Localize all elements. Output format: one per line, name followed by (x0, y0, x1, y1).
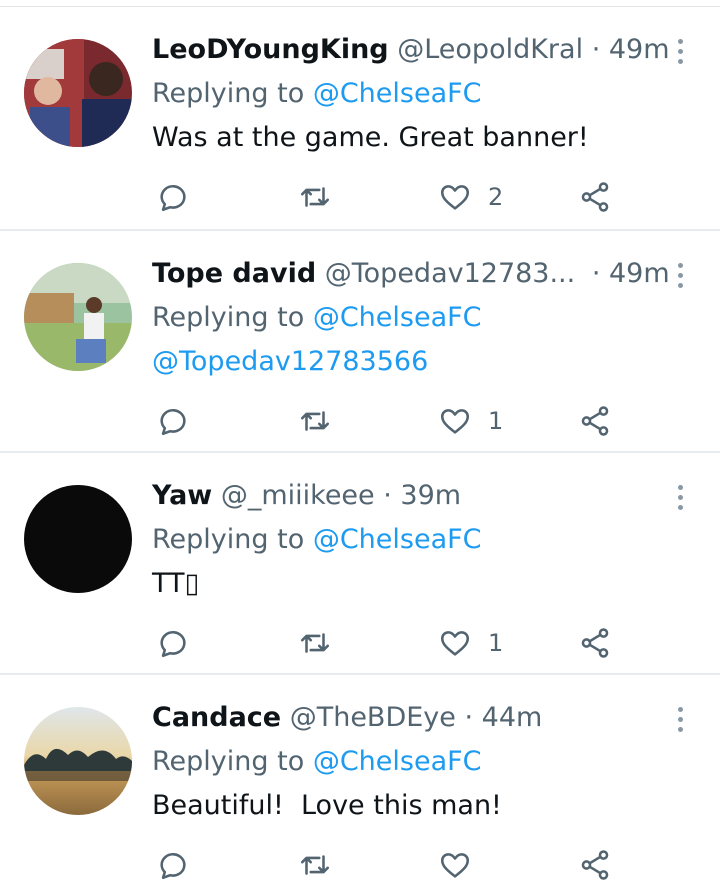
mention-link[interactable]: @ChelseaFC (313, 746, 482, 777)
tweet-header: Candace @TheBDEye · 44m (152, 695, 660, 741)
avatar[interactable] (24, 707, 132, 815)
reply-tweet[interactable]: LeoDYoungKing @LeopoldKral · 49m Replyin… (0, 7, 720, 231)
replying-to: Replying to @ChelseaFC (152, 741, 660, 783)
retweet-icon (300, 187, 330, 207)
replying-to-label: Replying to (152, 78, 305, 109)
share-icon (581, 182, 609, 212)
retweet-icon (300, 855, 330, 875)
action-bar (152, 845, 622, 885)
action-bar: 1 (152, 623, 622, 663)
replying-to-label: Replying to (152, 746, 305, 777)
more-vertical-icon[interactable] (674, 707, 686, 737)
tweet-text: TT▯ (152, 568, 200, 599)
action-bar: 1 (152, 401, 622, 441)
reply-tweet[interactable]: Yaw @_miiikeee · 39m Replying to @Chelse… (0, 453, 720, 675)
username[interactable]: @TheBDEye (290, 702, 456, 733)
replying-to-label: Replying to (152, 302, 305, 333)
share-icon (581, 406, 609, 436)
reply-button[interactable] (156, 623, 190, 663)
like-count: 2 (488, 183, 504, 211)
like-count: 1 (488, 407, 504, 435)
retweet-button[interactable] (298, 845, 332, 885)
like-button[interactable]: 1 (438, 623, 503, 663)
share-icon (581, 850, 609, 880)
display-name[interactable]: LeoDYoungKing (152, 34, 389, 65)
more-vertical-icon[interactable] (674, 485, 686, 515)
display-name[interactable]: Candace (152, 702, 281, 733)
avatar[interactable] (24, 39, 132, 147)
tweet-text: Was at the game. Great banner! (152, 122, 589, 153)
reply-tweet[interactable]: Tope david @Topedav12783... · 49m Replyi… (0, 231, 720, 453)
replying-to-label: Replying to (152, 524, 305, 555)
heart-icon (440, 185, 470, 210)
heart-icon (440, 631, 470, 656)
more-vertical-icon[interactable] (674, 263, 686, 293)
mention-link[interactable]: @ChelseaFC (313, 302, 482, 333)
display-name[interactable]: Yaw (152, 480, 212, 511)
tweet-header: Yaw @_miiikeee · 39m (152, 473, 660, 519)
share-button[interactable] (578, 623, 612, 663)
more-vertical-icon[interactable] (674, 39, 686, 69)
replying-to: Replying to @ChelseaFC (152, 519, 660, 561)
reply-icon (160, 853, 186, 880)
action-bar: 2 (152, 177, 622, 217)
retweet-button[interactable] (298, 623, 332, 663)
username[interactable]: @LeopoldKral (397, 34, 583, 65)
retweet-button[interactable] (298, 401, 332, 441)
like-count: 1 (488, 629, 504, 657)
timestamp[interactable]: · 49m (592, 258, 670, 289)
timestamp[interactable]: · 49m (592, 34, 670, 65)
username[interactable]: @_miiikeee (221, 480, 375, 511)
tweet-header: LeoDYoungKing @LeopoldKral · 49m (152, 27, 670, 73)
reply-icon (160, 185, 186, 212)
avatar[interactable] (24, 485, 132, 593)
avatar[interactable] (24, 263, 132, 371)
share-button[interactable] (578, 401, 612, 441)
reply-button[interactable] (156, 177, 190, 217)
timestamp[interactable]: · 39m (383, 480, 461, 511)
mention-link[interactable]: @ChelseaFC (313, 78, 482, 109)
reply-icon (160, 409, 186, 436)
display-name[interactable]: Tope david (152, 258, 316, 289)
share-icon (581, 628, 609, 658)
reply-icon (160, 631, 186, 658)
share-button[interactable] (578, 177, 612, 217)
tweet-text: Beautiful! Love this man! (152, 790, 502, 821)
share-button[interactable] (578, 845, 612, 885)
timestamp[interactable]: · 44m (465, 702, 543, 733)
replying-to: Replying to @ChelseaFC (152, 297, 660, 339)
tweet-text-mention[interactable]: @Topedav12783566 (152, 339, 660, 385)
reply-tweet[interactable]: Candace @TheBDEye · 44m Replying to @Che… (0, 675, 720, 885)
like-button[interactable]: 1 (438, 401, 503, 441)
top-divider (0, 0, 720, 7)
replying-to: Replying to @ChelseaFC (152, 73, 660, 115)
reply-button[interactable] (156, 845, 190, 885)
like-button[interactable] (438, 845, 488, 885)
retweet-icon (300, 633, 330, 653)
mention-link[interactable]: @ChelseaFC (313, 524, 482, 555)
reply-button[interactable] (156, 401, 190, 441)
retweet-icon (300, 411, 330, 431)
heart-icon (440, 409, 470, 434)
tweet-header: Tope david @Topedav12783... · 49m (152, 251, 670, 297)
heart-icon (440, 853, 470, 878)
retweet-button[interactable] (298, 177, 332, 217)
username[interactable]: @Topedav12783... (325, 258, 575, 289)
like-button[interactable]: 2 (438, 177, 503, 217)
